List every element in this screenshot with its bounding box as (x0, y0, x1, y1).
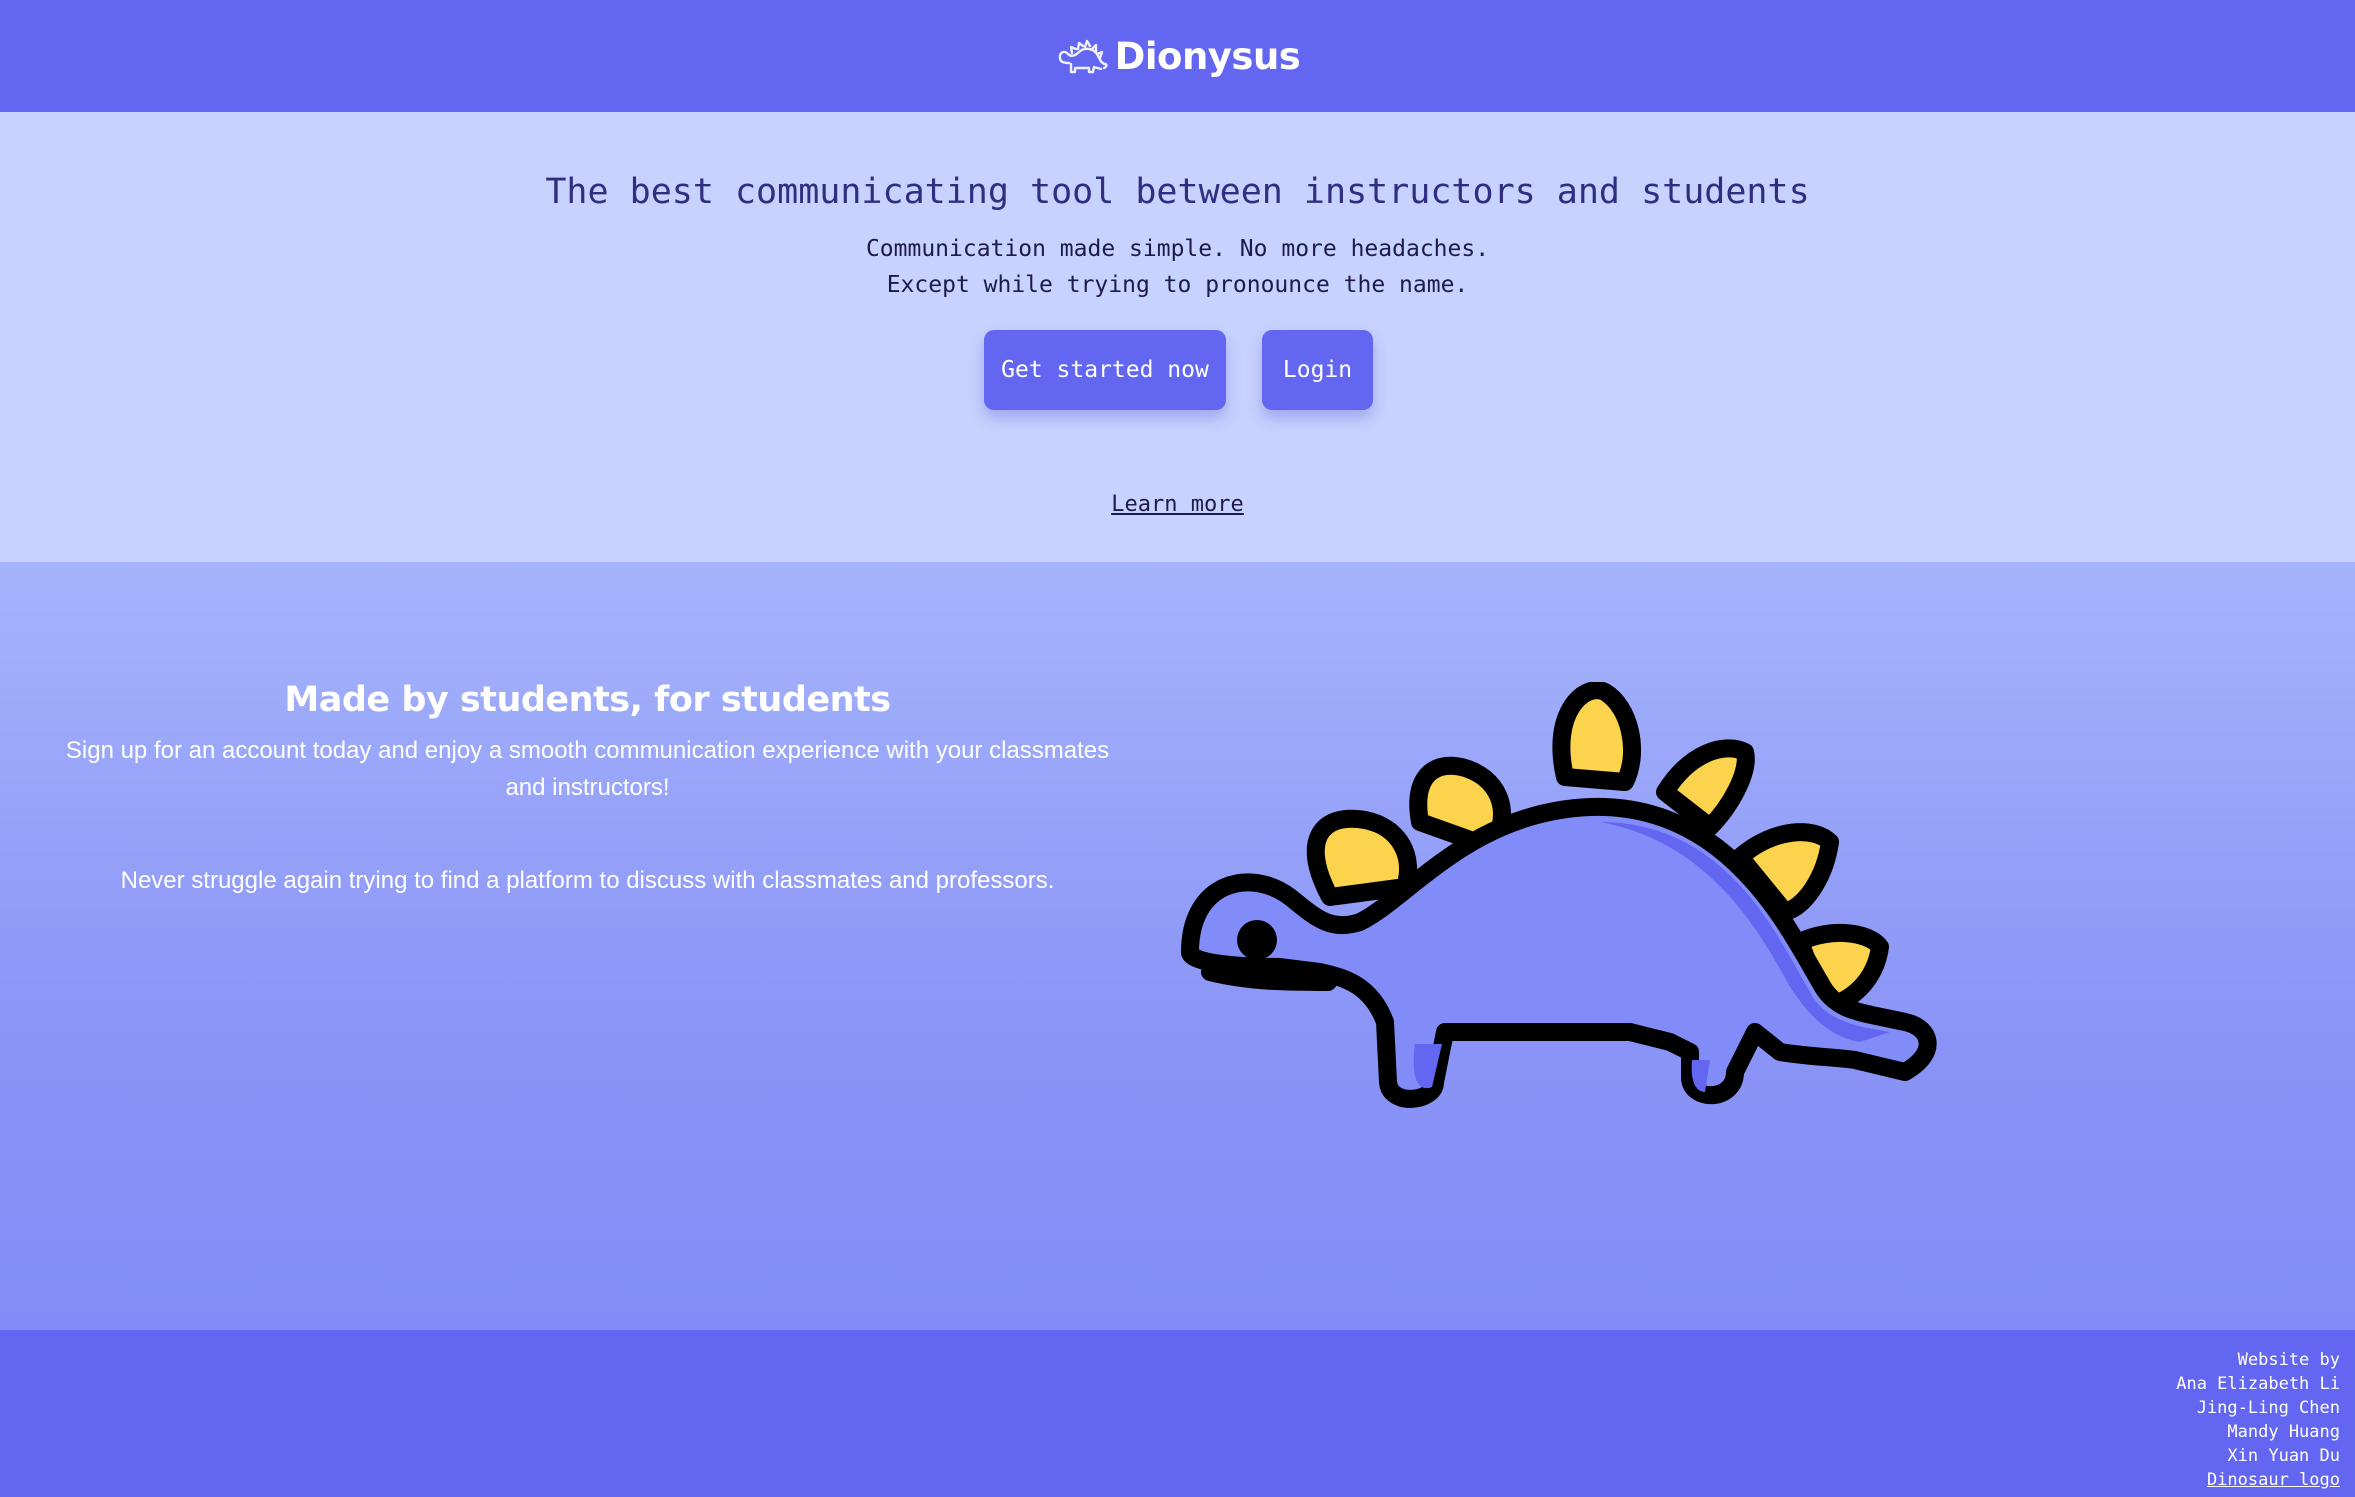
learn-more-container: Learn more (0, 492, 2355, 517)
hero-title: The best communicating tool between inst… (545, 172, 1810, 212)
learn-more-link[interactable]: Learn more (1111, 492, 1243, 517)
stegosaurus-illustration-icon (1181, 682, 1937, 1108)
feature-paragraph-2: Never struggle again trying to find a pl… (120, 867, 1055, 894)
stegosaurus-outline-icon (1058, 39, 1108, 74)
feature-title: Made by students, for students (284, 680, 891, 720)
credits-heading: Website by (2237, 1350, 2340, 1370)
top-header: Dionysus (0, 0, 2355, 112)
credits: Website by Ana Elizabeth Li Jing-Ling Ch… (2176, 1348, 2340, 1492)
footer: Website by Ana Elizabeth Li Jing-Ling Ch… (0, 1330, 2355, 1497)
brand[interactable]: Dionysus (1055, 35, 1301, 78)
brand-name: Dionysus (1114, 34, 1301, 78)
get-started-button[interactable]: Get started now (984, 330, 1226, 410)
login-button[interactable]: Login (1262, 330, 1373, 410)
feature-paragraph-1: Sign up for an account today and enjoy a… (65, 737, 1110, 801)
dinosaur-logo-credit-link[interactable]: Dinosaur logo (2207, 1470, 2340, 1490)
author-name: Jing-Ling Chen (2196, 1398, 2340, 1418)
author-name: Ana Elizabeth Li (2176, 1374, 2340, 1394)
author-name: Mandy Huang (2227, 1422, 2340, 1442)
feature-section: Made by students, for students Sign up f… (0, 562, 2355, 1330)
hero-subtitle-line-1: Communication made simple. No more heada… (865, 236, 1490, 262)
hero-subtitle-line-2: Except while trying to pronounce the nam… (886, 272, 1469, 298)
hero-section: The best communicating tool between inst… (0, 112, 2355, 562)
author-name: Xin Yuan Du (2227, 1446, 2340, 1466)
